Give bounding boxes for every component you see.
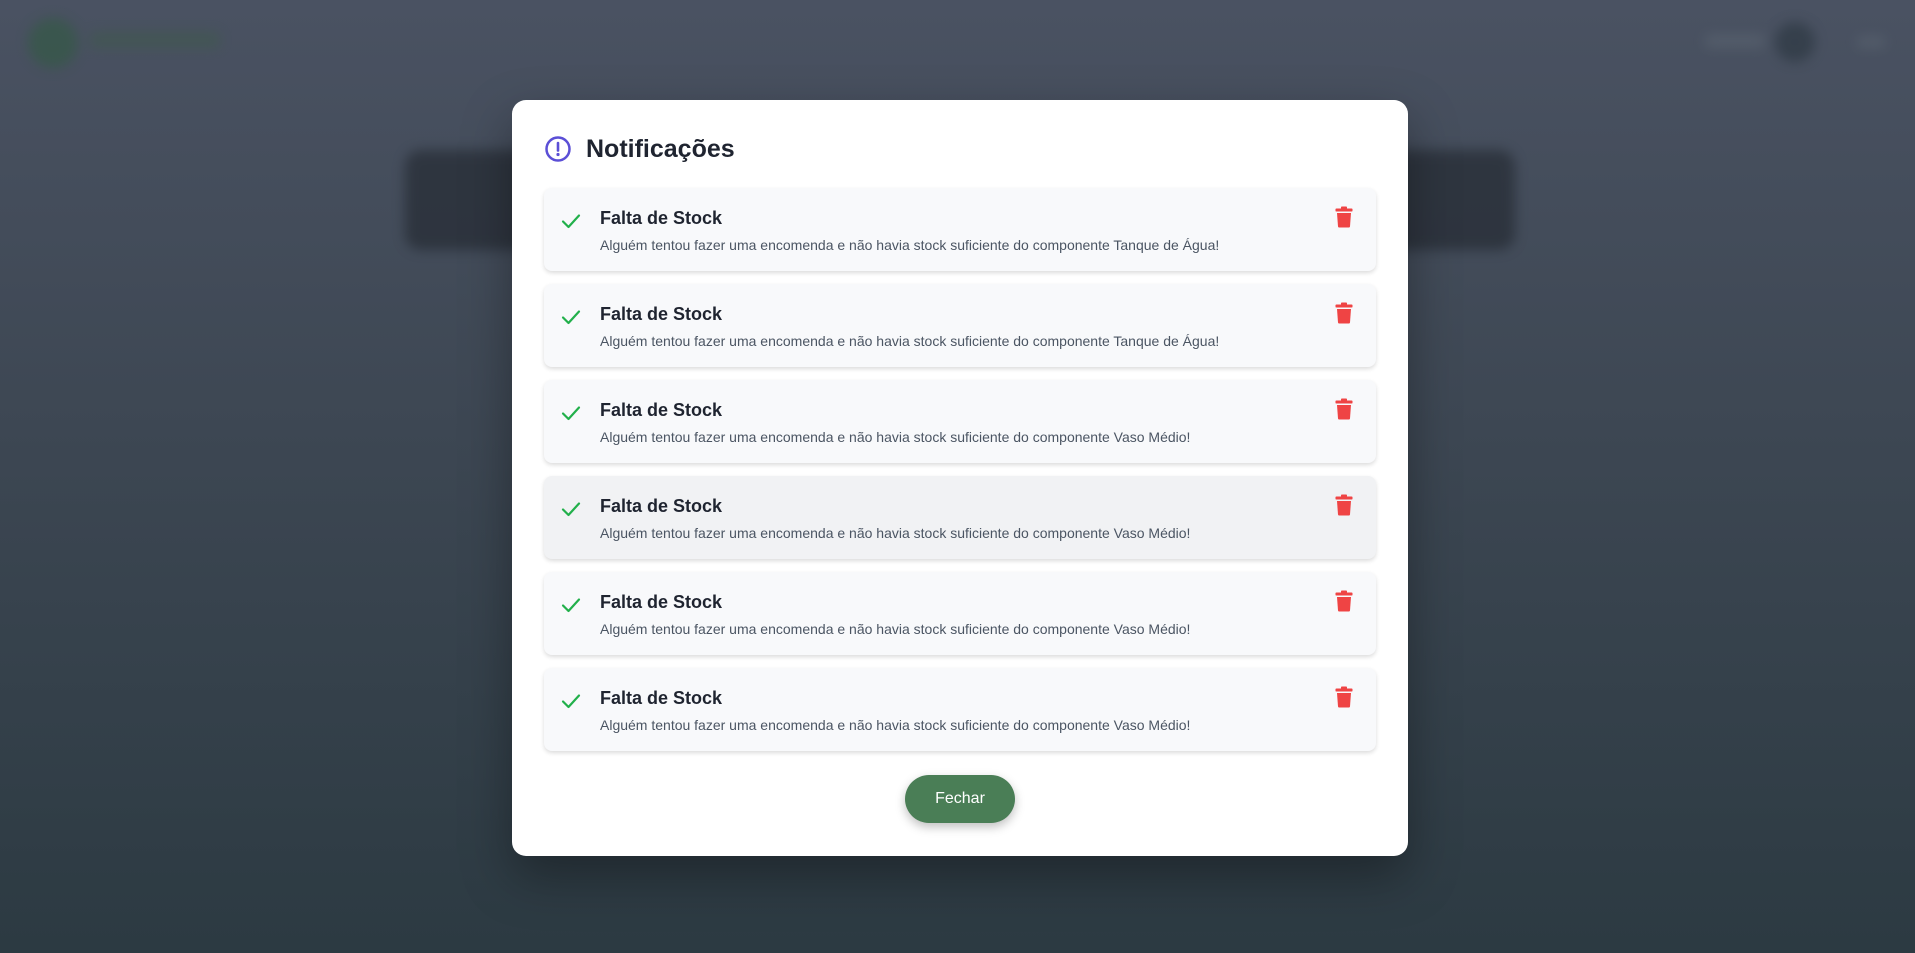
trash-icon: [1335, 494, 1353, 516]
delete-notification-button[interactable]: [1332, 684, 1356, 710]
notification-message: Alguém tentou fazer uma encomenda e não …: [600, 429, 1191, 445]
avatar: [1775, 22, 1815, 62]
notification-title: Falta de Stock: [600, 688, 723, 708]
notification-message: Alguém tentou fazer uma encomenda e não …: [600, 525, 1191, 541]
check-icon: [560, 210, 582, 232]
notification-item: Falta de Stock Alguém tentou fazer uma e…: [544, 380, 1376, 463]
modal-footer: Fechar: [544, 775, 1376, 823]
notification-message: Alguém tentou fazer uma encomenda e não …: [600, 717, 1191, 733]
trash-icon: [1335, 206, 1353, 228]
menu-icon: [1857, 36, 1885, 48]
alert-circle-icon: [544, 135, 572, 163]
notifications-modal: Notificações Falta de Stock Alguém tento…: [512, 100, 1408, 856]
check-icon: [560, 402, 582, 424]
delete-notification-button[interactable]: [1332, 492, 1356, 518]
check-icon: [560, 306, 582, 328]
modal-title: Notificações: [586, 134, 735, 163]
notification-title: Falta de Stock: [600, 496, 723, 516]
trash-icon: [1335, 686, 1353, 708]
logo-text: [90, 32, 220, 48]
notification-list: Falta de Stock Alguém tentou fazer uma e…: [544, 188, 1376, 751]
notification-item: Falta de Stock Alguém tentou fazer uma e…: [544, 188, 1376, 271]
trash-icon: [1335, 398, 1353, 420]
notification-title: Falta de Stock: [600, 304, 723, 324]
close-button[interactable]: Fechar: [905, 775, 1015, 823]
delete-notification-button[interactable]: [1332, 396, 1356, 422]
notification-title: Falta de Stock: [600, 592, 723, 612]
notification-item: Falta de Stock Alguém tentou fazer uma e…: [544, 668, 1376, 751]
notification-message: Alguém tentou fazer uma encomenda e não …: [600, 237, 1220, 253]
delete-notification-button[interactable]: [1332, 300, 1356, 326]
trash-icon: [1335, 590, 1353, 612]
notification-title: Falta de Stock: [600, 400, 723, 420]
modal-header: Notificações: [544, 132, 1376, 166]
logo: [28, 18, 78, 68]
check-icon: [560, 690, 582, 712]
check-icon: [560, 498, 582, 520]
notification-item: Falta de Stock Alguém tentou fazer uma e…: [544, 476, 1376, 559]
notification-item: Falta de Stock Alguém tentou fazer uma e…: [544, 284, 1376, 367]
check-icon: [560, 594, 582, 616]
notification-title: Falta de Stock: [600, 208, 723, 228]
nav-link: [1705, 34, 1765, 48]
notification-message: Alguém tentou fazer uma encomenda e não …: [600, 621, 1191, 637]
trash-icon: [1335, 302, 1353, 324]
delete-notification-button[interactable]: [1332, 588, 1356, 614]
delete-notification-button[interactable]: [1332, 204, 1356, 230]
notification-message: Alguém tentou fazer uma encomenda e não …: [600, 333, 1220, 349]
notification-item: Falta de Stock Alguém tentou fazer uma e…: [544, 572, 1376, 655]
